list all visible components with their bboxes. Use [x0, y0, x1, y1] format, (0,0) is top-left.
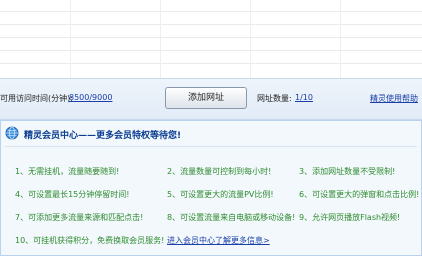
divider [5, 146, 417, 147]
feature-item: 10、可挂机获得积分，免费换取会员服务! [15, 236, 165, 245]
url-list-grid [0, 0, 422, 78]
grid-line [0, 50, 422, 51]
member-center-link[interactable]: 进入会员中心了解更多信息> [167, 235, 270, 246]
feature-item: 8、可设置流量来自电脑或移动设备! [167, 213, 296, 222]
url-count-label: 网址数量: [257, 94, 292, 103]
grid-line [250, 0, 251, 78]
feature-item: 5、可设置更大的流量PV比例! [167, 190, 274, 199]
add-url-button[interactable]: 添加网址 [165, 87, 247, 109]
feature-item: 6、可设置更大的弹窗和点击比例! [299, 190, 420, 199]
toolbar: 可用访问时间(分钟): 8500/9000 添加网址 网址数量: 1/10 精灵… [0, 78, 422, 120]
url-count-link[interactable]: 1/10 [295, 93, 313, 102]
grid-line [70, 0, 71, 78]
help-link[interactable]: 精灵使用帮助 [370, 93, 418, 104]
grid-line [340, 0, 341, 78]
promo-title: 精灵会员中心——更多会员特权等待您! [24, 131, 182, 141]
feature-item: 3、添加网址数量不受限制! [299, 167, 396, 176]
grid-line [0, 63, 422, 64]
globe-icon [5, 126, 19, 140]
time-value-link[interactable]: 8500/9000 [69, 93, 112, 102]
grid-line [0, 37, 422, 38]
feature-item: 2、流量数量可控制到每小时! [167, 167, 272, 176]
member-center-panel: 精灵会员中心——更多会员特权等待您! 1、无需挂机，流量随要随到! 2、流量数量… [0, 120, 422, 256]
feature-item: 9、允许网页播放Flash视频! [299, 213, 401, 222]
grid-line [0, 24, 422, 25]
grid-line [0, 11, 422, 12]
feature-item: 4、可设置最长15分钟停留时间! [15, 190, 130, 199]
feature-item: 7、可添加更多流量来源和匹配点击! [15, 213, 144, 222]
time-label: 可用访问时间(分钟): [0, 94, 73, 103]
feature-item: 1、无需挂机，流量随要随到! [15, 167, 120, 176]
grid-line [160, 0, 161, 78]
